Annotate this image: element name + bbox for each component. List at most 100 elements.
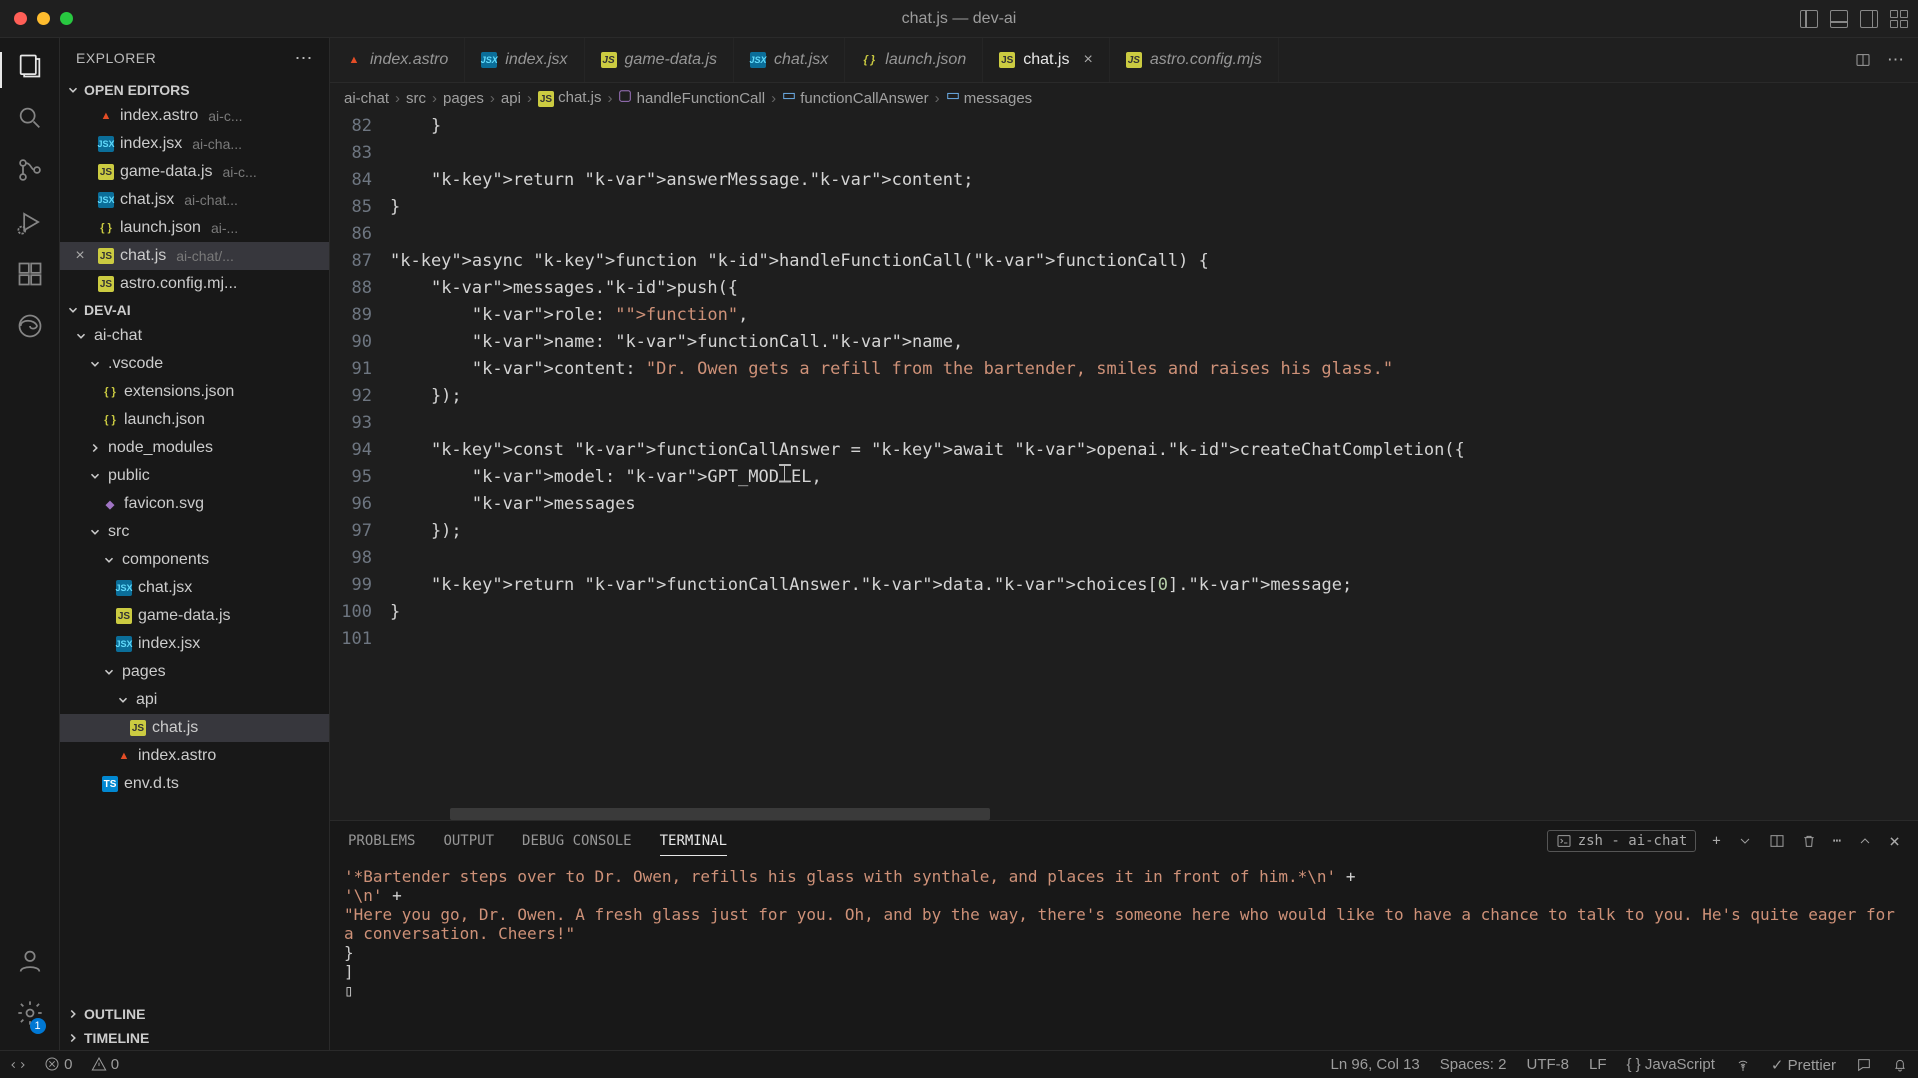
breadcrumb-item[interactable]: handleFunctionCall xyxy=(618,89,765,107)
explorer-more-icon[interactable]: ⋯ xyxy=(295,48,314,69)
open-editors-header[interactable]: OPEN EDITORS xyxy=(60,78,329,102)
titlebar: chat.js — dev-ai xyxy=(0,0,1918,38)
status-spaces[interactable]: Spaces: 2 xyxy=(1440,1056,1507,1073)
status-bar: 0 0 Ln 96, Col 13 Spaces: 2 UTF-8 LF { }… xyxy=(0,1050,1918,1078)
editor-tab[interactable]: ▲index.astro xyxy=(330,38,465,82)
terminal-shell-badge[interactable]: zsh - ai-chat xyxy=(1547,830,1697,852)
new-terminal-icon[interactable]: + xyxy=(1712,833,1720,849)
json-file-icon: { } xyxy=(98,220,114,236)
status-position[interactable]: Ln 96, Col 13 xyxy=(1331,1056,1420,1073)
tree-file[interactable]: JSXchat.jsx xyxy=(60,574,329,602)
tree-file[interactable]: TSenv.d.ts xyxy=(60,770,329,798)
breadcrumb-item[interactable]: api xyxy=(501,90,521,107)
tree-file[interactable]: JSchat.js xyxy=(60,714,329,742)
workspace-header[interactable]: DEV-AI xyxy=(60,298,329,322)
layout-grid-icon[interactable] xyxy=(1890,10,1908,28)
split-editor-icon[interactable] xyxy=(1855,52,1871,68)
extensions-icon[interactable] xyxy=(16,260,44,288)
breadcrumb-item[interactable]: src xyxy=(406,90,426,107)
close-icon[interactable]: × xyxy=(72,247,88,265)
breadcrumbs[interactable]: ai-chat›src›pages›api›JS chat.js› handle… xyxy=(330,83,1918,113)
open-editor-item[interactable]: JSXindex.jsxai-cha... xyxy=(60,130,329,158)
trash-icon[interactable] xyxy=(1801,833,1817,849)
chevron-up-icon[interactable] xyxy=(1857,833,1873,849)
tree-file[interactable]: ▲index.astro xyxy=(60,742,329,770)
tree-folder[interactable]: components xyxy=(60,546,329,574)
status-warnings[interactable]: 0 xyxy=(91,1056,120,1073)
radio-tower-icon[interactable] xyxy=(1735,1057,1751,1073)
bell-icon[interactable] xyxy=(1892,1057,1908,1073)
open-editor-item[interactable]: ▲index.astroai-c... xyxy=(60,102,329,130)
breadcrumb-item[interactable]: functionCallAnswer xyxy=(782,89,929,107)
layout-sidebar-left-icon[interactable] xyxy=(1800,10,1818,28)
tree-folder[interactable]: ai-chat xyxy=(60,322,329,350)
editor-tab[interactable]: JSchat.js× xyxy=(983,38,1110,82)
status-encoding[interactable]: UTF-8 xyxy=(1526,1056,1569,1073)
account-icon[interactable] xyxy=(16,947,44,975)
open-editor-item[interactable]: JSastro.config.mj... xyxy=(60,270,329,298)
breadcrumb-item[interactable]: pages xyxy=(443,90,484,107)
editor-tab[interactable]: JSXindex.jsx xyxy=(465,38,584,82)
breadcrumb-item[interactable]: ai-chat xyxy=(344,90,389,107)
tab-more-icon[interactable]: ⋯ xyxy=(1887,50,1904,70)
outline-header[interactable]: OUTLINE xyxy=(60,1002,329,1026)
panel-more-icon[interactable]: ⋯ xyxy=(1833,833,1841,849)
layout-panel-icon[interactable] xyxy=(1830,10,1848,28)
breadcrumb-item[interactable]: JS chat.js xyxy=(538,89,602,108)
horizontal-scrollbar[interactable] xyxy=(450,808,990,820)
layout-sidebar-right-icon[interactable] xyxy=(1860,10,1878,28)
minimize-window[interactable] xyxy=(37,12,50,25)
panel-tab[interactable]: OUTPUT xyxy=(443,827,494,855)
js-file-icon: JS xyxy=(999,52,1015,68)
chevron-down-icon xyxy=(116,693,130,707)
close-icon[interactable]: × xyxy=(1083,51,1092,69)
tree-file[interactable]: { }launch.json xyxy=(60,406,329,434)
code-editor[interactable]: 82 83 84 85 86 87 88 89 90 91 92 93 94 9… xyxy=(330,113,1918,820)
tree-folder[interactable]: src xyxy=(60,518,329,546)
status-prettier[interactable]: ✓ Prettier xyxy=(1771,1056,1836,1074)
remote-icon[interactable] xyxy=(10,1057,26,1073)
breadcrumb-item[interactable]: messages xyxy=(946,89,1033,107)
source-control-icon[interactable] xyxy=(16,156,44,184)
explorer-icon[interactable] xyxy=(16,52,44,80)
close-panel-icon[interactable]: × xyxy=(1889,831,1900,852)
tree-file[interactable]: JSXindex.jsx xyxy=(60,630,329,658)
editor-tab[interactable]: { }launch.json xyxy=(845,38,983,82)
panel-tab[interactable]: PROBLEMS xyxy=(348,827,415,855)
tree-file[interactable]: { }extensions.json xyxy=(60,378,329,406)
open-editor-item[interactable]: { }launch.jsonai-... xyxy=(60,214,329,242)
chevron-down-icon xyxy=(88,525,102,539)
editor-tab[interactable]: JSgame-data.js xyxy=(585,38,735,82)
tree-folder[interactable]: .vscode xyxy=(60,350,329,378)
split-terminal-icon[interactable] xyxy=(1769,833,1785,849)
terminal-output[interactable]: '*Bartender steps over to Dr. Owen, refi… xyxy=(330,861,1918,1050)
close-window[interactable] xyxy=(14,12,27,25)
timeline-header[interactable]: TIMELINE xyxy=(60,1026,329,1050)
panel-tab[interactable]: TERMINAL xyxy=(660,827,727,856)
tree-folder[interactable]: node_modules xyxy=(60,434,329,462)
variable-icon xyxy=(946,89,960,103)
status-eol[interactable]: LF xyxy=(1589,1056,1607,1073)
open-editor-item[interactable]: JSgame-data.jsai-c... xyxy=(60,158,329,186)
editor-tab[interactable]: JSastro.config.mjs xyxy=(1110,38,1279,82)
tree-file[interactable]: ◆favicon.svg xyxy=(60,490,329,518)
chevron-down-icon[interactable] xyxy=(1737,833,1753,849)
tree-folder[interactable]: public xyxy=(60,462,329,490)
open-editor-item[interactable]: ×JSchat.jsai-chat/... xyxy=(60,242,329,270)
status-errors[interactable]: 0 xyxy=(44,1056,73,1073)
status-language[interactable]: { } JavaScript xyxy=(1627,1056,1715,1073)
js-file-icon: JS xyxy=(116,608,132,624)
jsx-file-icon: JSX xyxy=(116,580,132,596)
edge-icon[interactable] xyxy=(16,312,44,340)
tree-folder[interactable]: pages xyxy=(60,658,329,686)
maximize-window[interactable] xyxy=(60,12,73,25)
panel-tab[interactable]: DEBUG CONSOLE xyxy=(522,827,632,855)
feedback-icon[interactable] xyxy=(1856,1057,1872,1073)
search-icon[interactable] xyxy=(16,104,44,132)
run-debug-icon[interactable] xyxy=(16,208,44,236)
json-file-icon: { } xyxy=(102,412,118,428)
tree-folder[interactable]: api xyxy=(60,686,329,714)
tree-file[interactable]: JSgame-data.js xyxy=(60,602,329,630)
open-editor-item[interactable]: JSXchat.jsxai-chat... xyxy=(60,186,329,214)
editor-tab[interactable]: JSXchat.jsx xyxy=(734,38,845,82)
